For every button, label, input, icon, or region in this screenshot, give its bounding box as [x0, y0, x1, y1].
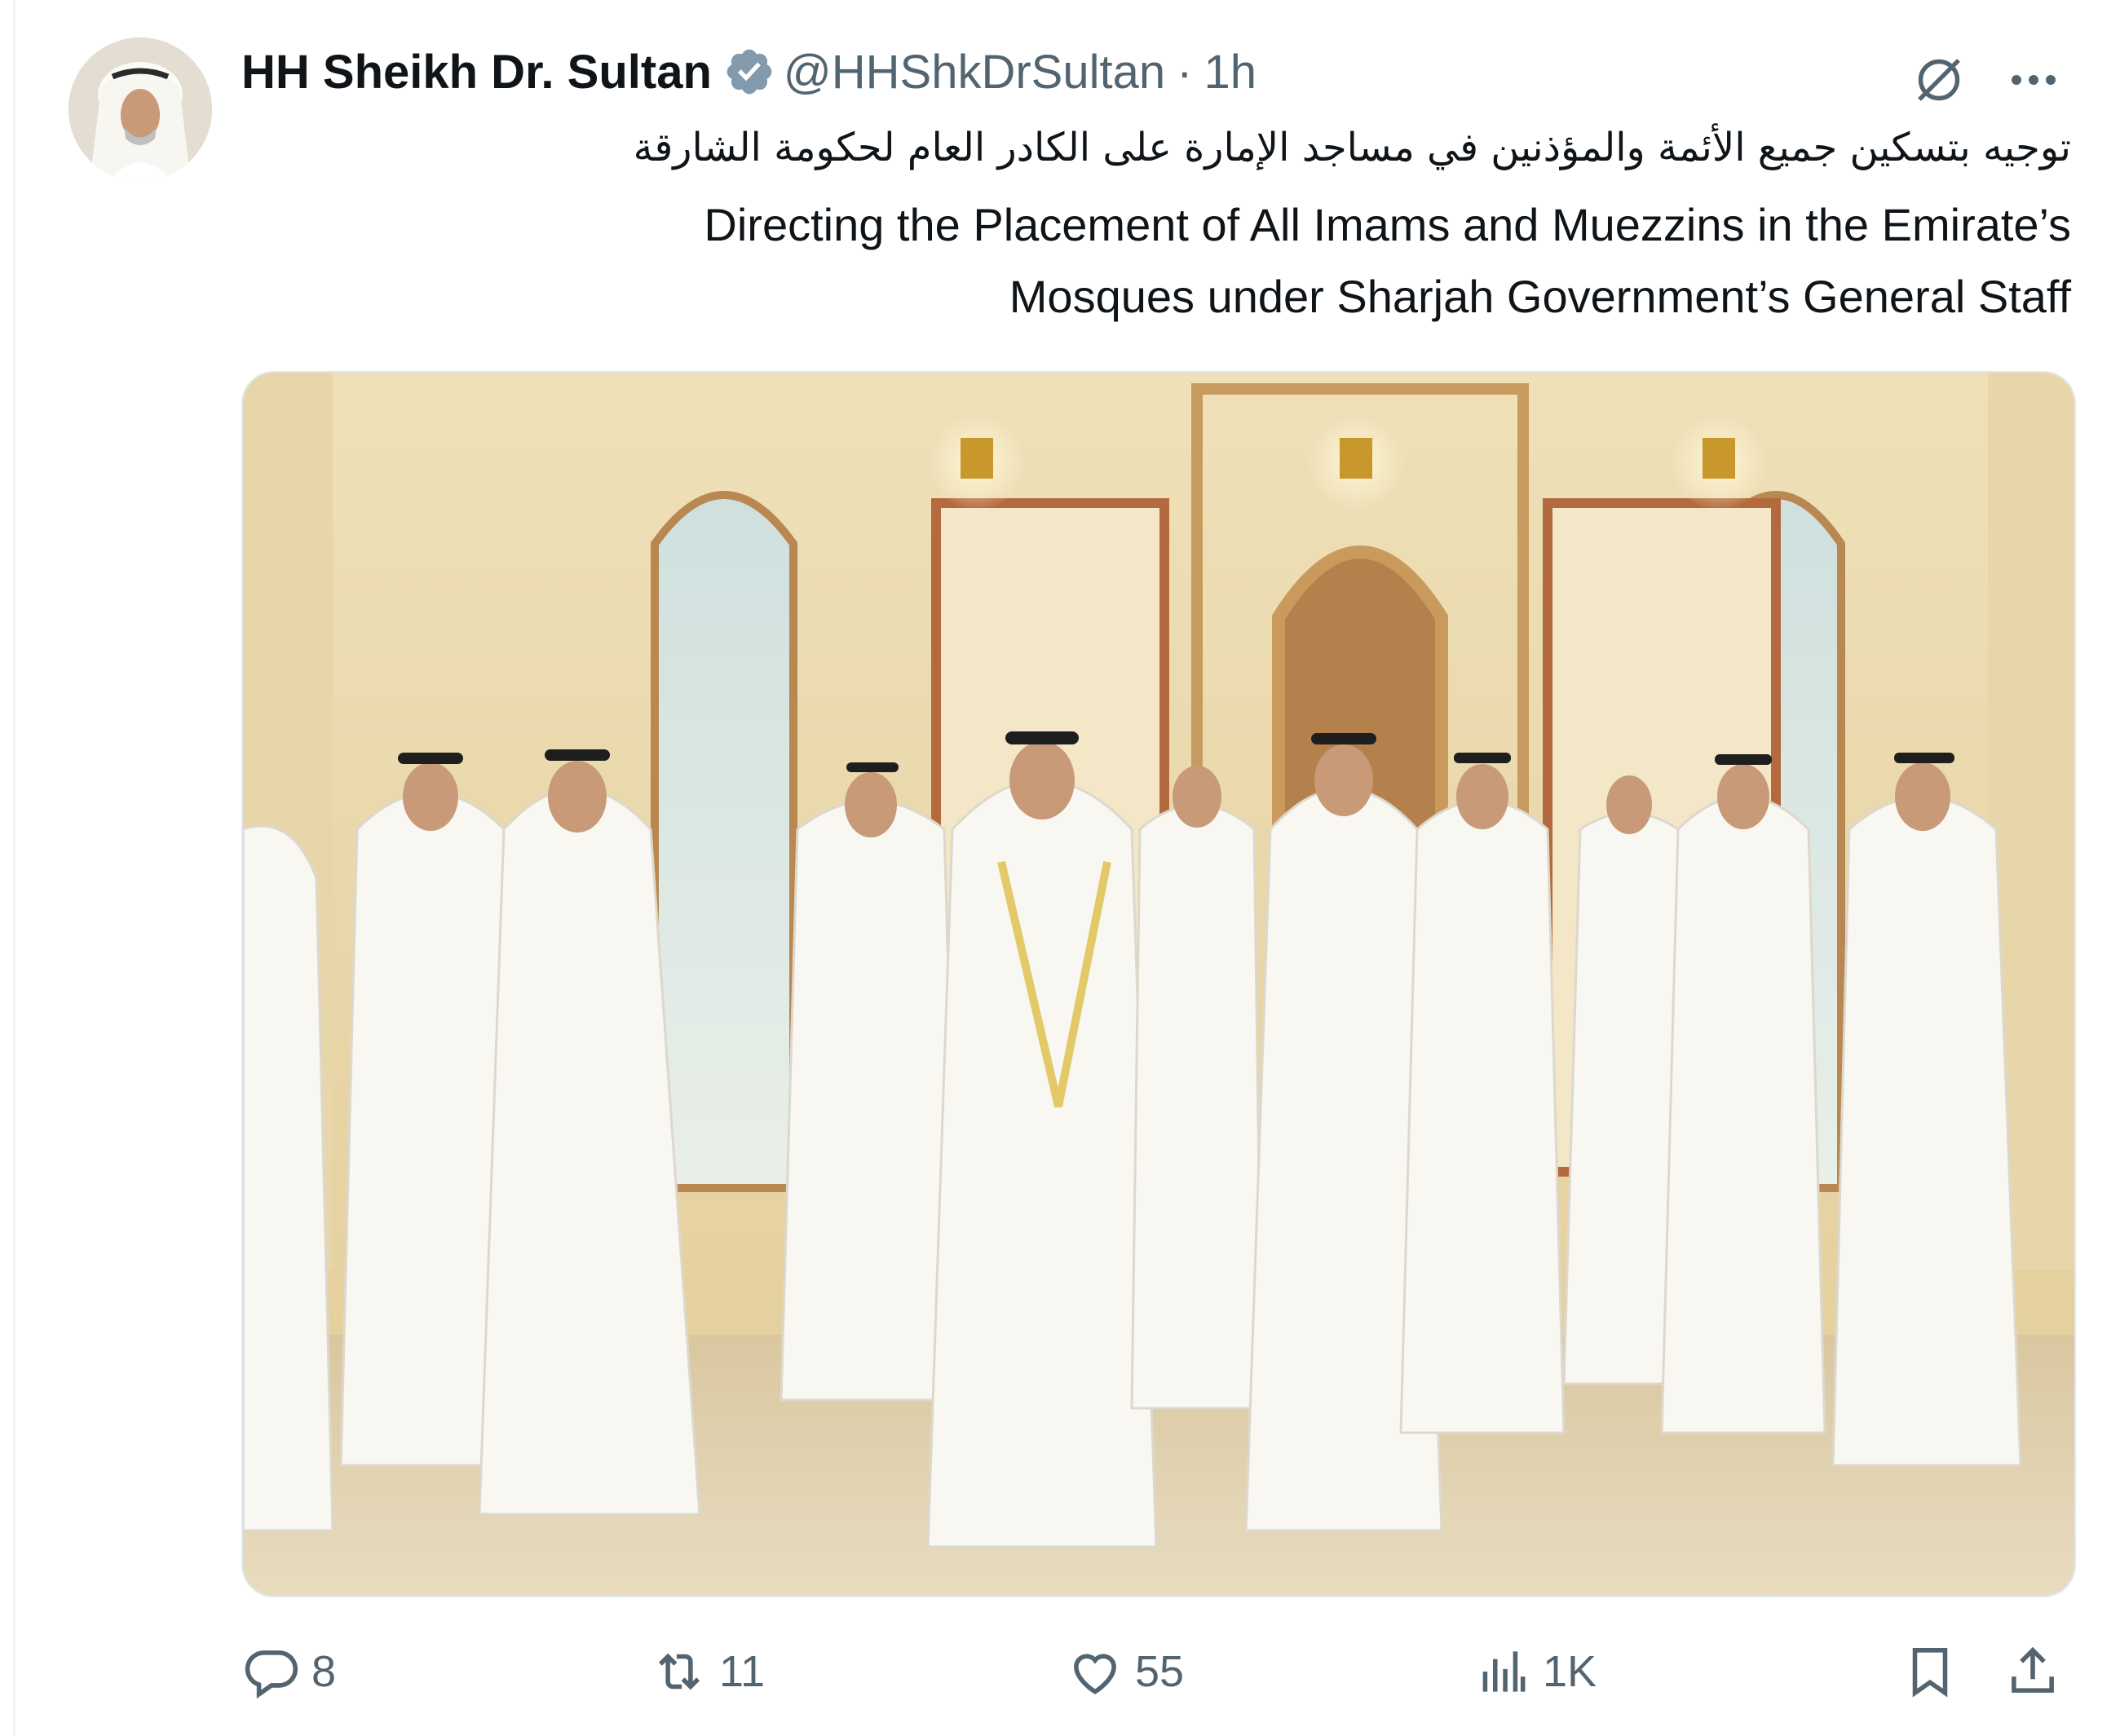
- like-button[interactable]: 55: [1065, 1631, 1184, 1712]
- bookmark-icon: [1912, 1648, 1948, 1698]
- separator: ·: [1177, 45, 1193, 99]
- reply-count: 8: [311, 1647, 337, 1696]
- like-icon: [1074, 1654, 1116, 1694]
- tweet-text-english: Directing the Placement of All Imams and…: [277, 189, 2071, 333]
- tweet-photo[interactable]: [241, 371, 2076, 1597]
- timestamp[interactable]: 1h: [1204, 45, 1257, 99]
- author-handle[interactable]: @HHShkDrSultan: [784, 45, 1165, 99]
- views-count: 1K: [1543, 1647, 1597, 1696]
- tweet-text-english-line2: Mosques under Sharjah Government’s Gener…: [1009, 271, 2071, 322]
- views-icon: [1482, 1651, 1526, 1692]
- repost-icon: [658, 1653, 700, 1690]
- verified-badge-icon[interactable]: [723, 46, 775, 98]
- tweet-header: HH Sheikh Dr. Sultan @HHShkDrSultan · 1h: [241, 39, 1257, 104]
- tweet-text-arabic: توجيه بتسكين جميع الأئمة والمؤذنين في مس…: [633, 125, 2071, 170]
- timeline-divider: [13, 0, 15, 1736]
- views-button[interactable]: 1K: [1473, 1631, 1597, 1712]
- repost-button[interactable]: 11: [649, 1631, 765, 1712]
- tweet-actions: 8 11 55 1K: [241, 1631, 2073, 1712]
- tweet-text-english-line1: Directing the Placement of All Imams and…: [704, 199, 2071, 250]
- avatar[interactable]: [68, 38, 212, 181]
- author-name[interactable]: HH Sheikh Dr. Sultan: [241, 45, 712, 99]
- like-count: 55: [1135, 1647, 1185, 1696]
- more-icon[interactable]: [1999, 46, 2068, 114]
- share-button[interactable]: [2003, 1631, 2063, 1712]
- bookmark-button[interactable]: [1900, 1631, 1960, 1712]
- reply-button[interactable]: 8: [241, 1631, 336, 1712]
- grok-icon[interactable]: [1905, 46, 1973, 114]
- repost-count: 11: [719, 1647, 766, 1696]
- reply-icon: [245, 1650, 298, 1699]
- share-icon: [2012, 1646, 2054, 1693]
